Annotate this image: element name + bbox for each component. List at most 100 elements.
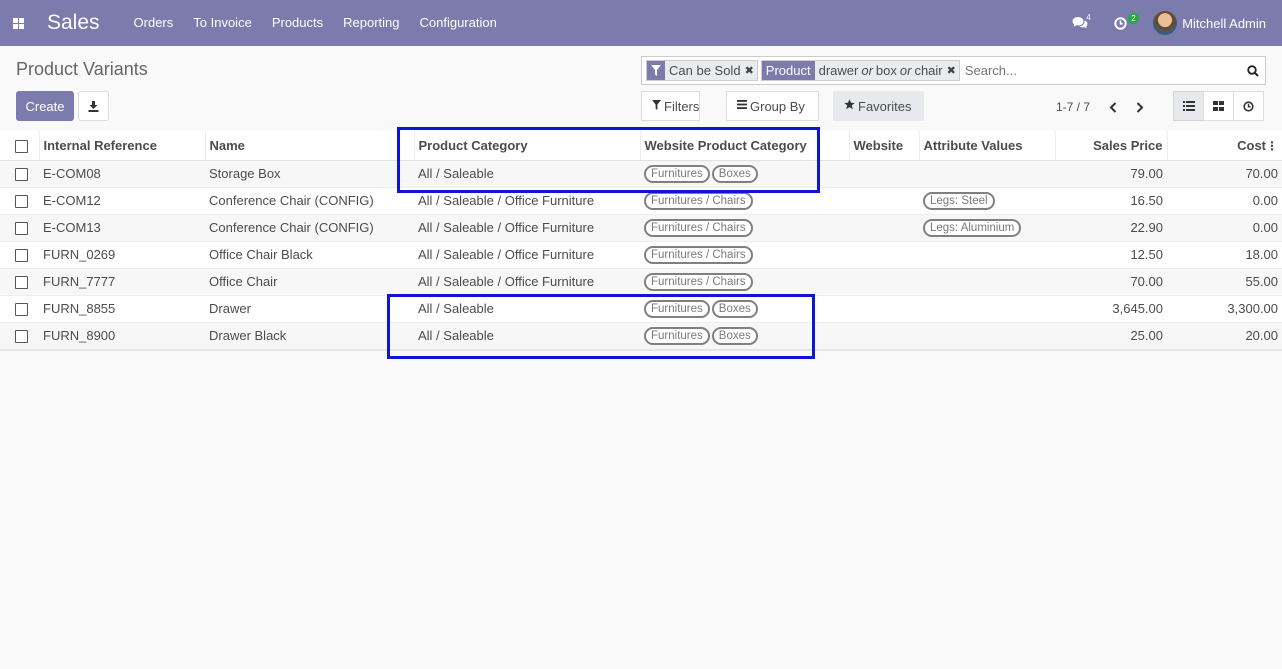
menu-products[interactable]: Products xyxy=(262,0,333,46)
menu-orders[interactable]: Orders xyxy=(124,0,184,46)
optional-columns-icon[interactable]: ⋮ xyxy=(1266,139,1278,153)
cell-internal-reference: FURN_0269 xyxy=(39,240,205,268)
column-header-website-product-category[interactable]: Website Product Category xyxy=(639,131,849,161)
cell-attribute-values xyxy=(919,267,1055,295)
group-by-button[interactable]: Group By xyxy=(726,91,819,121)
activities-menu[interactable]: 2 xyxy=(1114,0,1139,46)
table-row[interactable]: E-COM12 Conference Chair (CONFIG) All / … xyxy=(0,186,1282,214)
row-checkbox[interactable] xyxy=(15,168,28,182)
tag-badge: Boxes xyxy=(711,299,758,318)
row-checkbox[interactable] xyxy=(15,303,28,317)
messages-menu[interactable]: 4 xyxy=(1072,0,1091,46)
cell-name: Drawer Black xyxy=(205,321,414,349)
chevron-right-icon[interactable] xyxy=(1127,97,1153,117)
select-all-cell xyxy=(0,131,39,161)
search-input[interactable] xyxy=(962,63,1241,78)
cell-attribute-values: Legs: Steel xyxy=(919,186,1055,214)
tag-badge: Furnitures xyxy=(644,164,710,183)
filters-label: Filters xyxy=(664,98,700,114)
cell-website-product-category: Furnitures / Chairs xyxy=(640,213,849,241)
cell-attribute-values xyxy=(919,321,1055,349)
download-icon xyxy=(88,100,99,112)
cell-product-category: All / Saleable / Office Furniture xyxy=(414,186,640,214)
cell-attribute-values: Legs: Aluminium xyxy=(919,213,1055,241)
column-header-website[interactable]: Website xyxy=(848,131,919,161)
cell-website-product-category: Furnitures / Chairs xyxy=(640,267,849,295)
tag-badge: Boxes xyxy=(711,326,758,345)
apps-grid-icon[interactable] xyxy=(0,0,36,46)
search-facet-product: Product drawer or box or chair ✖ xyxy=(760,60,960,81)
table-row[interactable]: FURN_7777 Office Chair All / Saleable / … xyxy=(0,267,1282,295)
cell-cost: 18.00 xyxy=(1167,240,1282,268)
tag-badge: Furnitures xyxy=(644,299,710,318)
filter-icon xyxy=(652,99,661,113)
cell-website-product-category: Furnitures Boxes xyxy=(640,159,849,187)
facet-product-value: drawer xyxy=(818,63,859,78)
tag-badge: Furnitures / Chairs xyxy=(644,272,753,291)
column-header-sales-price[interactable]: Sales Price xyxy=(1054,131,1167,161)
app-name[interactable]: Sales xyxy=(47,11,100,35)
download-button[interactable] xyxy=(78,91,109,121)
bars-icon xyxy=(737,100,747,112)
select-all-checkbox[interactable] xyxy=(15,139,28,153)
menu-to-invoice[interactable]: To Invoice xyxy=(183,0,262,46)
cell-cost: 55.00 xyxy=(1167,267,1282,295)
row-checkbox[interactable] xyxy=(15,249,28,263)
column-header-attribute-values[interactable]: Attribute Values xyxy=(918,131,1055,161)
cell-website xyxy=(849,294,919,322)
cell-sales-price: 70.00 xyxy=(1055,267,1167,295)
table-row[interactable]: FURN_8855 Drawer All / Saleable Furnitur… xyxy=(0,294,1282,322)
pager-value[interactable]: 1-7 / 7 xyxy=(1056,100,1090,114)
cell-cost: 0.00 xyxy=(1167,186,1282,214)
cell-website xyxy=(849,321,919,349)
facet-or-separator: or xyxy=(861,63,873,78)
favorites-button[interactable]: Favorites xyxy=(833,91,924,121)
column-header-name[interactable]: Name xyxy=(204,131,414,161)
cell-internal-reference: FURN_8900 xyxy=(39,321,205,349)
row-checkbox[interactable] xyxy=(15,276,28,290)
facet-product-label: Product xyxy=(761,61,815,80)
cell-website-product-category: Furnitures / Chairs xyxy=(640,186,849,214)
main-menu: Orders To Invoice Products Reporting Con… xyxy=(124,0,507,46)
row-checkbox[interactable] xyxy=(15,330,28,344)
column-header-product-category[interactable]: Product Category xyxy=(413,131,640,161)
row-checkbox[interactable] xyxy=(15,195,28,209)
user-menu[interactable]: Mitchell Admin xyxy=(1153,11,1266,35)
cell-sales-price: 3,645.00 xyxy=(1055,294,1167,322)
search-bar: Can be Sold ✖ Product drawer or box or c… xyxy=(641,56,1266,85)
cell-internal-reference: FURN_8855 xyxy=(39,294,205,322)
create-button[interactable]: Create xyxy=(16,91,74,121)
table-row[interactable]: FURN_0269 Office Chair Black All / Salea… xyxy=(0,240,1282,268)
search-icon[interactable] xyxy=(1241,57,1265,84)
menu-reporting[interactable]: Reporting xyxy=(333,0,409,46)
table-row[interactable]: FURN_8900 Drawer Black All / Saleable Fu… xyxy=(0,321,1282,349)
kanban-view-icon[interactable] xyxy=(1203,91,1234,121)
tag-badge: Furnitures / Chairs xyxy=(644,218,753,237)
remove-facet-icon[interactable]: ✖ xyxy=(745,61,757,80)
cell-product-category: All / Saleable xyxy=(414,159,640,187)
facet-filter-value: Can be Sold xyxy=(669,63,741,78)
column-header-cost-label: Cost xyxy=(1237,137,1266,153)
column-header-cost[interactable]: Cost ⋮ xyxy=(1166,131,1282,161)
cell-website xyxy=(849,240,919,268)
activity-view-icon[interactable] xyxy=(1233,91,1264,121)
filters-button[interactable]: Filters xyxy=(641,91,700,121)
list-view-icon[interactable] xyxy=(1173,91,1204,121)
column-header-internal-reference[interactable]: Internal Reference xyxy=(38,131,205,161)
table-header: Internal Reference Name Product Category… xyxy=(0,131,1282,161)
filter-icon xyxy=(647,61,665,80)
chevron-left-icon[interactable] xyxy=(1100,97,1126,117)
table-row[interactable]: E-COM08 Storage Box All / Saleable Furni… xyxy=(0,159,1282,187)
table-row[interactable]: E-COM13 Conference Chair (CONFIG) All / … xyxy=(0,213,1282,241)
cell-cost: 3,300.00 xyxy=(1167,294,1282,322)
cell-product-category: All / Saleable xyxy=(414,294,640,322)
cell-website xyxy=(849,186,919,214)
pager: 1-7 / 7 xyxy=(1056,97,1153,117)
activities-count: 2 xyxy=(1128,13,1139,24)
remove-facet-icon[interactable]: ✖ xyxy=(947,61,959,80)
menu-configuration[interactable]: Configuration xyxy=(410,0,507,46)
cell-sales-price: 16.50 xyxy=(1055,186,1167,214)
row-checkbox[interactable] xyxy=(15,222,28,236)
cell-internal-reference: E-COM12 xyxy=(39,186,205,214)
cell-product-category: All / Saleable / Office Furniture xyxy=(414,240,640,268)
